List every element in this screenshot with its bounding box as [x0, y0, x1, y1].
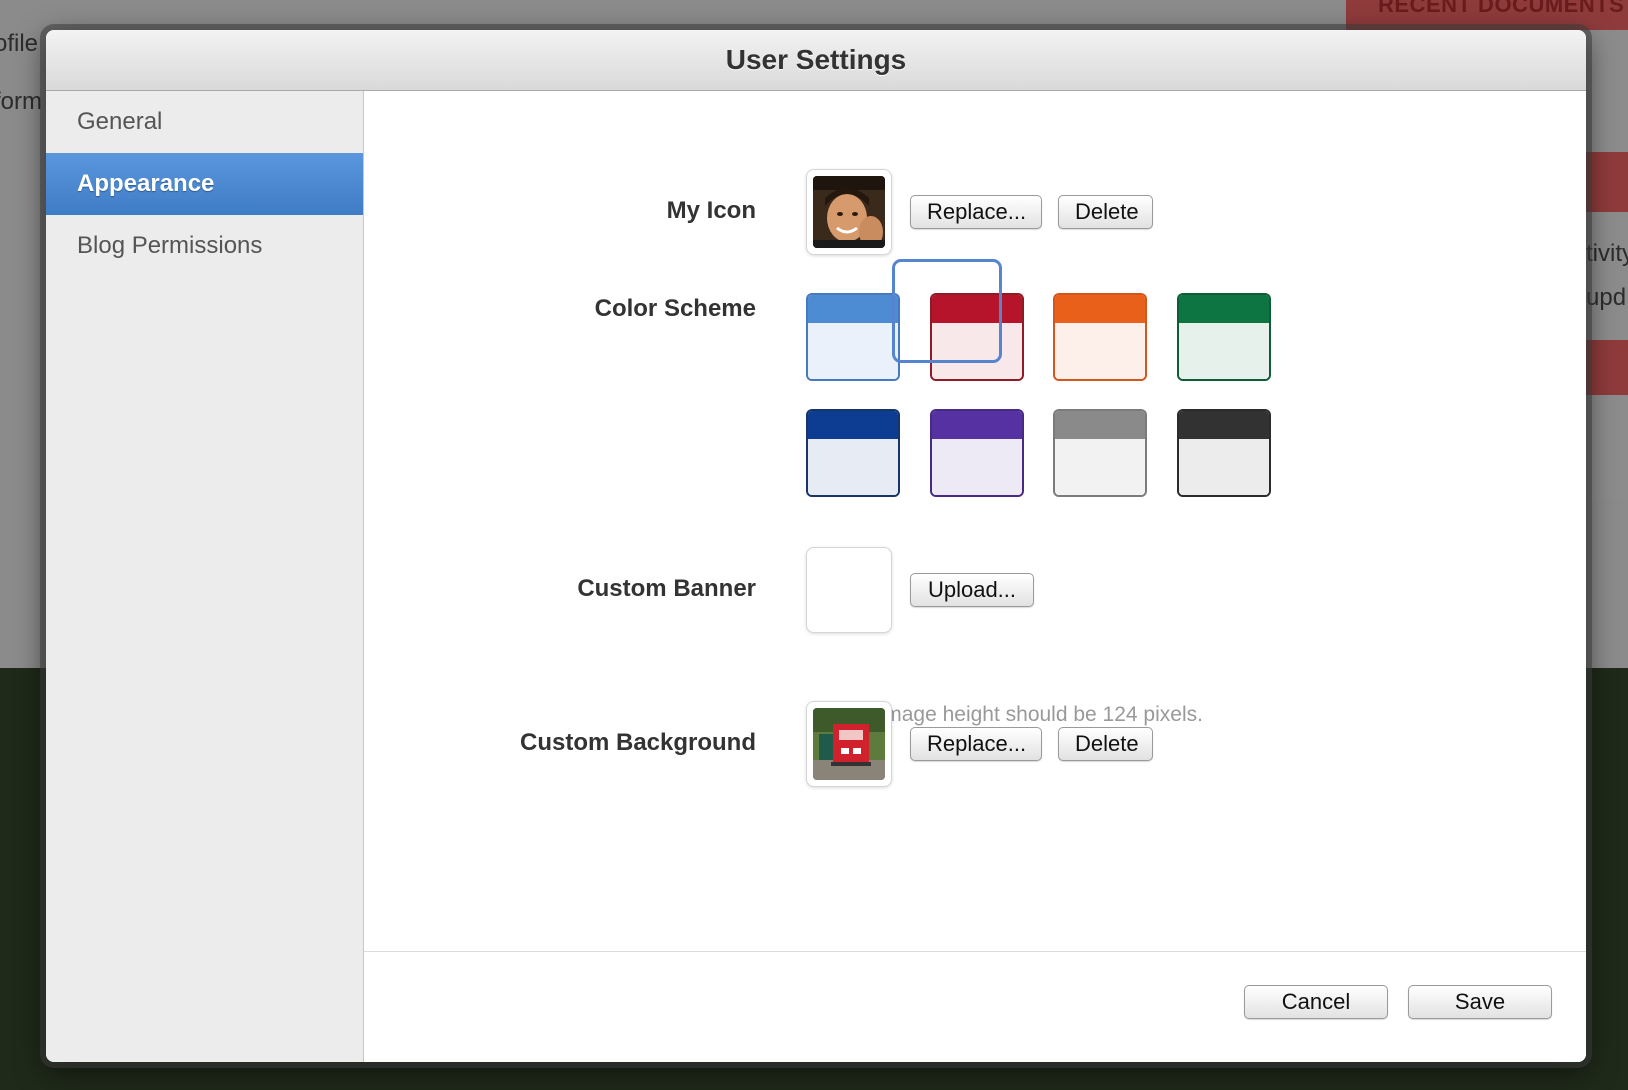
my-icon-thumbnail — [806, 169, 892, 255]
custom-background-delete-button[interactable]: Delete — [1058, 727, 1153, 761]
color-swatch-green[interactable] — [1177, 293, 1271, 381]
sidebar-item-appearance[interactable]: Appearance — [46, 153, 363, 215]
background-text: ofile — [0, 30, 39, 57]
footer-divider — [364, 951, 1586, 952]
swatch-header — [808, 295, 898, 323]
background-text: tivity — [1586, 240, 1628, 267]
swatch-header — [1179, 295, 1269, 323]
recent-documents-heading: RECENT DOCUMENTS — [1378, 0, 1625, 17]
color-swatch-purple[interactable] — [930, 409, 1024, 497]
sidebar-item-general[interactable]: General — [46, 91, 363, 153]
appearance-panel: My Icon Replace... Delete Color Scheme C… — [364, 91, 1586, 1062]
swatch-header — [1055, 295, 1145, 323]
my-icon-delete-button[interactable]: Delete — [1058, 195, 1153, 229]
color-swatch-orange[interactable] — [1053, 293, 1147, 381]
background-image-preview — [813, 708, 885, 780]
custom-banner-label: Custom Banner — [577, 575, 756, 602]
color-swatch-black[interactable] — [1177, 409, 1271, 497]
my-icon-replace-button[interactable]: Replace... — [910, 195, 1042, 229]
swatch-body — [1179, 439, 1269, 495]
custom-background-label: Custom Background — [519, 729, 756, 756]
swatch-body — [808, 439, 898, 495]
color-swatch-navy[interactable] — [806, 409, 900, 497]
swatch-header — [808, 411, 898, 439]
custom-background-replace-button[interactable]: Replace... — [910, 727, 1042, 761]
custom-banner-thumbnail — [806, 547, 892, 633]
swatch-body — [1055, 439, 1145, 495]
color-swatch-gray[interactable] — [1053, 409, 1147, 497]
user-settings-dialog: User Settings General Appearance Blog Pe… — [46, 30, 1586, 1062]
sidebar-item-blog-permissions[interactable]: Blog Permissions — [46, 215, 363, 277]
cancel-button[interactable]: Cancel — [1244, 985, 1388, 1019]
my-icon-label: My Icon — [666, 197, 756, 224]
selected-swatch-ring — [892, 259, 1002, 363]
color-swatch-blue[interactable] — [806, 293, 900, 381]
color-scheme-label: Color Scheme — [594, 295, 756, 322]
avatar — [813, 176, 885, 248]
background-text: upd — [1586, 284, 1627, 311]
custom-background-thumbnail — [806, 701, 892, 787]
save-button[interactable]: Save — [1408, 985, 1552, 1019]
settings-sidebar: General Appearance Blog Permissions — [46, 91, 364, 1062]
swatch-header — [1055, 411, 1145, 439]
dialog-title: User Settings — [46, 30, 1586, 91]
background-text: form — [0, 88, 42, 115]
custom-banner-upload-button[interactable]: Upload... — [910, 573, 1034, 607]
swatch-body — [1055, 323, 1145, 379]
swatch-header — [932, 411, 1022, 439]
swatch-header — [1179, 411, 1269, 439]
swatch-body — [808, 323, 898, 379]
swatch-body — [1179, 323, 1269, 379]
swatch-body — [932, 439, 1022, 495]
